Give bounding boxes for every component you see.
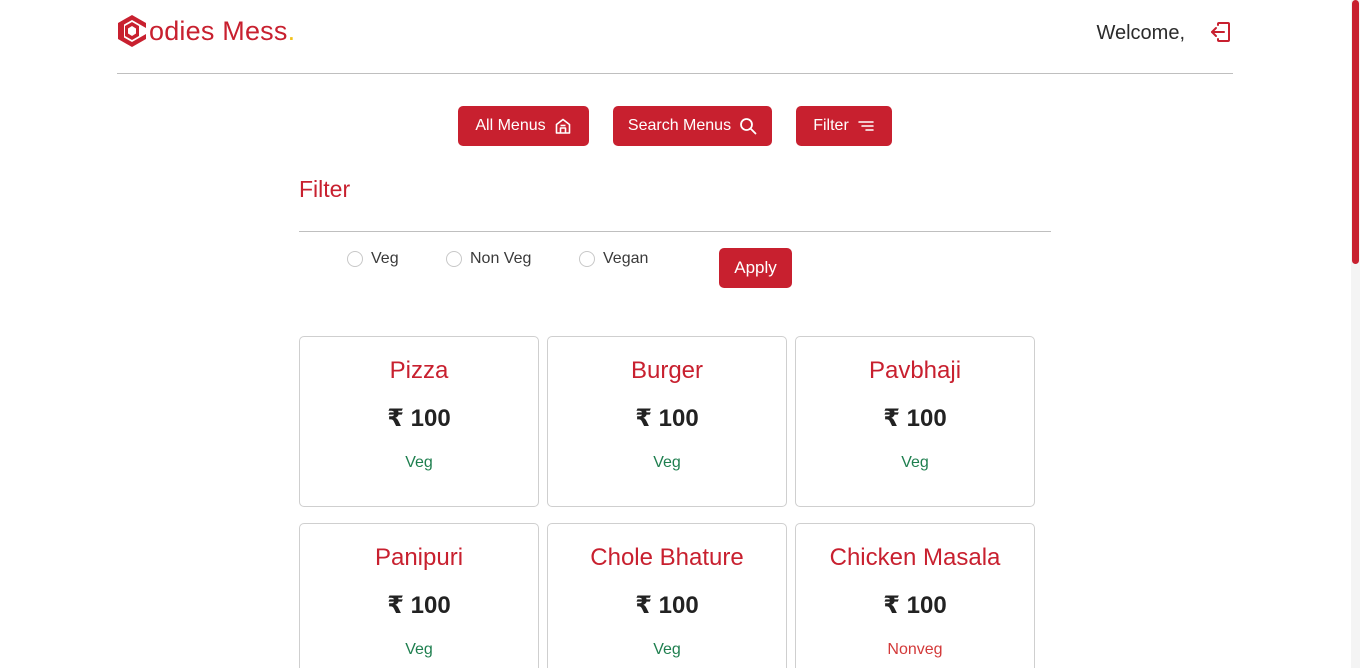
menu-item-name: Chole Bhature [590, 544, 744, 571]
menu-item-price: ₹ 100 [883, 405, 947, 432]
menu-item-name: Pizza [389, 357, 449, 384]
menu-card[interactable]: Pavbhaji ₹ 100 Veg [795, 336, 1035, 507]
veg-radio[interactable]: Veg [347, 250, 399, 268]
non-veg-radio[interactable]: Non Veg [446, 250, 531, 268]
scrollbar-track[interactable] [1351, 0, 1360, 668]
menu-card[interactable]: Chicken Masala ₹ 100 Nonveg [795, 523, 1035, 668]
vegan-radio-label: Vegan [603, 250, 649, 267]
filter-button[interactable]: Filter [796, 106, 892, 146]
menu-card[interactable]: Chole Bhature ₹ 100 Veg [547, 523, 787, 668]
non-veg-radio-label: Non Veg [470, 250, 532, 267]
brand[interactable]: odies Mess. [117, 14, 295, 48]
menu-item-type: Veg [405, 454, 433, 471]
menu-item-name: Chicken Masala [829, 544, 1001, 571]
scrollbar-thumb[interactable] [1352, 0, 1359, 264]
menu-card[interactable]: Panipuri ₹ 100 Veg [299, 523, 539, 668]
menu-item-price: ₹ 100 [635, 405, 699, 432]
brand-name: odies Mess [149, 16, 288, 46]
menu-item-price: ₹ 100 [387, 592, 451, 619]
apply-button[interactable]: Apply [719, 248, 792, 288]
menu-item-type: Veg [653, 454, 681, 471]
all-menus-button[interactable]: All Menus [458, 106, 589, 146]
filter-lines-icon [858, 121, 874, 131]
menu-item-type: Nonveg [887, 641, 943, 658]
vegan-radio[interactable]: Vegan [579, 250, 648, 268]
menu-item-type: Veg [653, 641, 681, 658]
radio-circle[interactable] [446, 251, 462, 267]
menu-item-price: ₹ 100 [387, 405, 451, 432]
veg-radio-label: Veg [371, 250, 399, 267]
menu-card[interactable]: Burger ₹ 100 Veg [547, 336, 787, 507]
radio-circle[interactable] [347, 251, 363, 267]
shop-icon [555, 118, 570, 134]
menu-item-name: Panipuri [374, 544, 464, 571]
welcome-text: Welcome, [1096, 22, 1185, 44]
search-menus-label: Search Menus [627, 117, 732, 134]
menu-item-name: Pavbhaji [868, 357, 962, 384]
logout-icon[interactable] [1209, 20, 1233, 44]
all-menus-label: All Menus [475, 117, 546, 134]
filter-title: Filter [299, 176, 351, 202]
menu-item-type: Veg [901, 454, 929, 471]
hexagon-c-logo-icon [118, 15, 146, 47]
menu-card[interactable]: Pizza ₹ 100 Veg [299, 336, 539, 507]
menu-item-name: Burger [630, 357, 704, 384]
menu-item-price: ₹ 100 [635, 592, 699, 619]
filter-label: Filter [813, 117, 849, 134]
search-menus-button[interactable]: Search Menus [613, 106, 772, 146]
divider [299, 231, 1051, 232]
search-icon [740, 118, 757, 135]
menu-item-type: Veg [405, 641, 433, 658]
radio-circle[interactable] [579, 251, 595, 267]
brand-dot: . [287, 16, 296, 46]
menu-item-price: ₹ 100 [883, 592, 947, 619]
navbar: odies Mess. Welcome, [117, 0, 1233, 74]
